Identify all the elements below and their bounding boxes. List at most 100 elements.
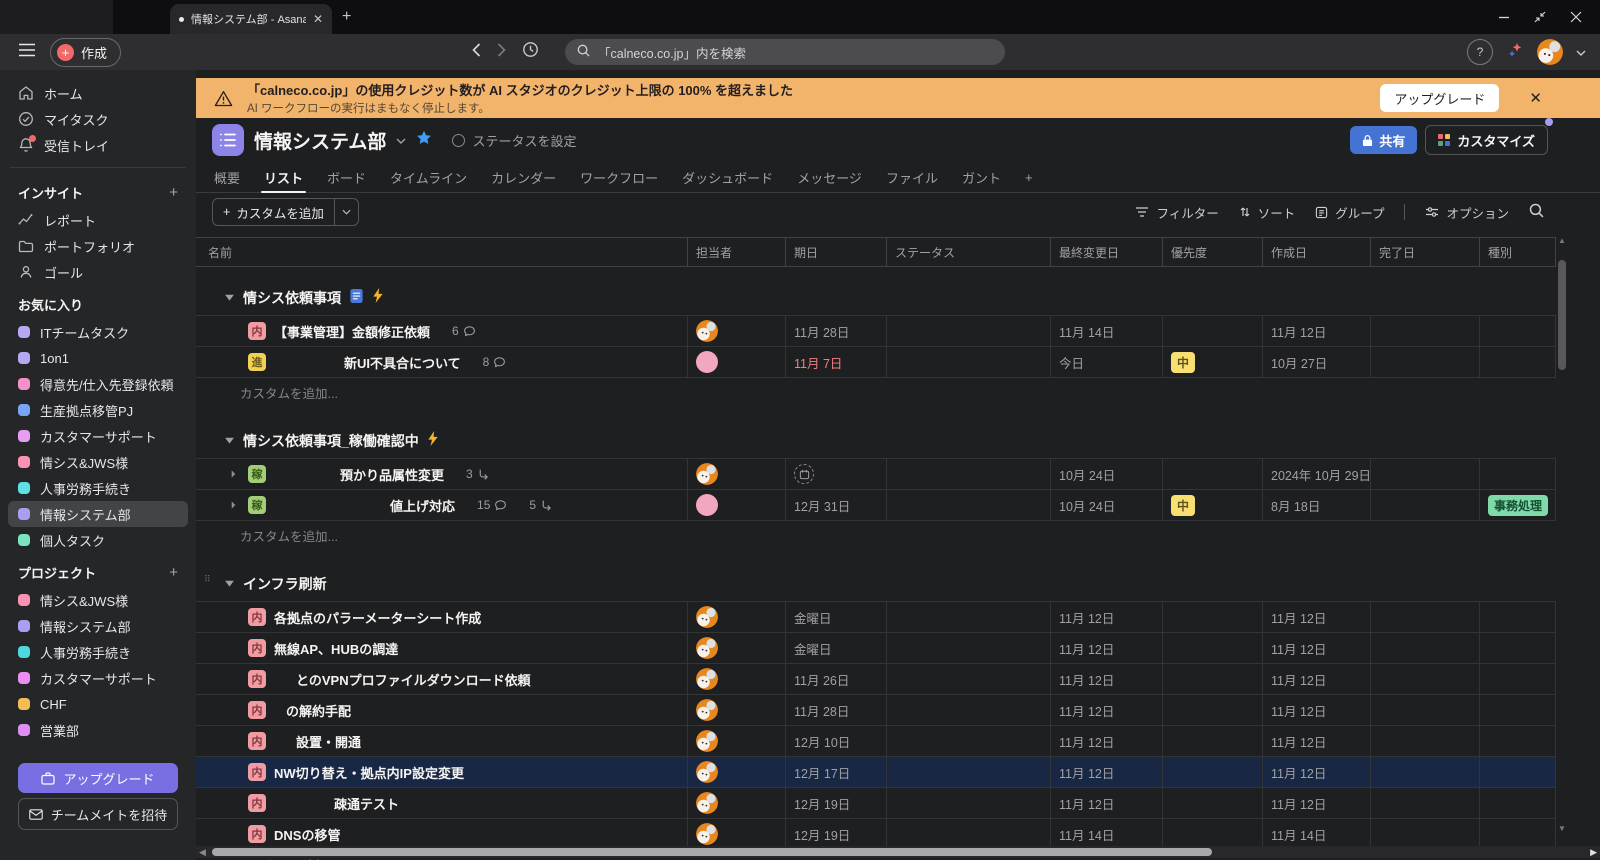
status-cell[interactable]: [887, 757, 1051, 787]
favorite-star-icon[interactable]: [416, 130, 432, 150]
task-name-cell[interactable]: 内無線AP、HUBの調達: [196, 633, 688, 663]
priority-cell[interactable]: [1163, 788, 1263, 818]
status-cell[interactable]: [887, 726, 1051, 756]
group-button[interactable]: グループ: [1315, 203, 1384, 222]
banner-close-icon[interactable]: ✕: [1529, 89, 1542, 107]
sidebar-item-insight[interactable]: ポートフォリオ: [8, 233, 188, 259]
type-cell[interactable]: 事務処理: [1480, 490, 1556, 520]
sidebar-item-insight[interactable]: ゴール: [8, 259, 188, 285]
view-tab[interactable]: ガント: [962, 162, 1001, 192]
due-date-cell[interactable]: 11月 28日: [786, 695, 887, 725]
account-chevron-icon[interactable]: [1576, 43, 1586, 61]
scroll-left-icon[interactable]: ◀: [199, 847, 206, 858]
sidebar-item-favorite[interactable]: 生産拠点移管PJ: [8, 397, 188, 423]
assignee-cell[interactable]: [688, 664, 786, 694]
view-tab[interactable]: ワークフロー: [580, 162, 658, 192]
task-name-cell[interactable]: 内 設置・開通: [196, 726, 688, 756]
back-icon[interactable]: [472, 42, 481, 62]
due-date-cell[interactable]: 12月 19日: [786, 788, 887, 818]
assignee-cell[interactable]: [688, 819, 786, 849]
banner-upgrade-button[interactable]: アップグレード: [1380, 84, 1500, 112]
status-cell[interactable]: [887, 347, 1051, 377]
sidebar-item-nav[interactable]: 受信トレイ: [8, 132, 188, 158]
section-header[interactable]: ⠿ インフラ刷新: [196, 567, 1600, 601]
type-cell[interactable]: [1480, 347, 1556, 377]
forward-icon[interactable]: [497, 42, 506, 62]
due-date-cell[interactable]: 12月 19日: [786, 819, 887, 849]
view-tab[interactable]: ファイル: [886, 162, 938, 192]
task-row[interactable]: 進 新UI不具合について 8 11月 7日 今日 中 10月 27日: [196, 347, 1556, 378]
sidebar-item-favorite[interactable]: 情シス&JWS様: [8, 449, 188, 475]
sidebar-item-favorite[interactable]: 人事労務手続き: [8, 475, 188, 501]
view-tab[interactable]: ダッシュボード: [682, 162, 773, 192]
restore-icon[interactable]: [1522, 0, 1558, 34]
priority-cell[interactable]: [1163, 726, 1263, 756]
options-button[interactable]: オプション: [1425, 203, 1509, 222]
due-date-cell[interactable]: 11月 7日: [786, 347, 887, 377]
add-insight-icon[interactable]: +: [169, 184, 178, 201]
type-cell[interactable]: [1480, 788, 1556, 818]
status-cell[interactable]: [887, 788, 1051, 818]
task-name-cell[interactable]: 内【事業管理】金額修正依頼 6: [196, 316, 688, 346]
project-menu-chevron-icon[interactable]: [396, 131, 406, 149]
assignee-cell[interactable]: [688, 602, 786, 632]
type-cell[interactable]: [1480, 757, 1556, 787]
sidebar-item-project[interactable]: CHF: [8, 691, 188, 717]
help-icon[interactable]: ?: [1467, 39, 1493, 65]
task-row[interactable]: 内 とのVPNプロファイルダウンロード依頼 11月 26日 11月 12日 11月 12…: [196, 664, 1556, 695]
sidebar-item-project[interactable]: カスタマーサポート: [8, 665, 188, 691]
task-row[interactable]: 内 の解約手配 11月 28日 11月 12日 11月 12日: [196, 695, 1556, 726]
task-name-cell[interactable]: 内 の解約手配: [196, 695, 688, 725]
priority-cell[interactable]: [1163, 695, 1263, 725]
sidebar-item-project[interactable]: 人事労務手続き: [8, 639, 188, 665]
type-cell[interactable]: [1480, 633, 1556, 663]
task-name-cell[interactable]: 内 疎通テスト: [196, 788, 688, 818]
task-name-cell[interactable]: 進 新UI不具合について 8: [196, 347, 688, 377]
type-cell[interactable]: [1480, 459, 1556, 489]
assignee-cell[interactable]: [688, 633, 786, 663]
task-name-cell[interactable]: 稼 預かり品属性変更 3: [196, 459, 688, 489]
collapse-arrow-icon[interactable]: [224, 575, 235, 593]
due-date-cell[interactable]: 12月 31日: [786, 490, 887, 520]
scroll-right-icon[interactable]: ▶: [1590, 847, 1597, 858]
type-cell[interactable]: [1480, 695, 1556, 725]
add-custom-row[interactable]: カスタムを追加...: [196, 521, 1600, 549]
task-row[interactable]: 内各拠点のパラーメーターシート作成 金曜日 11月 12日 11月 12日: [196, 601, 1556, 633]
sort-button[interactable]: ソート: [1239, 203, 1295, 222]
task-row[interactable]: 内【事業管理】金額修正依頼 6 11月 28日 11月 14日 11月 12日: [196, 315, 1556, 347]
column-header[interactable]: 最終変更日: [1051, 238, 1163, 266]
type-cell[interactable]: [1480, 316, 1556, 346]
due-date-cell[interactable]: 11月 26日: [786, 664, 887, 694]
view-tab[interactable]: タイムライン: [390, 162, 467, 192]
column-header[interactable]: 完了日: [1371, 238, 1480, 266]
drag-handle-icon[interactable]: ⠿: [204, 575, 212, 584]
add-project-icon[interactable]: +: [169, 564, 178, 581]
priority-cell[interactable]: 中: [1163, 347, 1263, 377]
sidebar-item-favorite[interactable]: カスタマーサポート: [8, 423, 188, 449]
collapse-arrow-icon[interactable]: [224, 289, 235, 307]
sidebar-item-nav[interactable]: マイタスク: [8, 106, 188, 132]
column-header[interactable]: 作成日: [1263, 238, 1371, 266]
status-cell[interactable]: [887, 695, 1051, 725]
type-cell[interactable]: [1480, 602, 1556, 632]
vertical-scrollbar[interactable]: ▲ ▼: [1556, 236, 1568, 860]
assignee-cell[interactable]: [688, 757, 786, 787]
history-clock-icon[interactable]: [522, 41, 539, 63]
assignee-cell[interactable]: [688, 726, 786, 756]
view-tab[interactable]: ボード: [327, 162, 366, 192]
assignee-cell[interactable]: [688, 347, 786, 377]
filter-button[interactable]: フィルター: [1135, 203, 1219, 222]
due-date-cell[interactable]: 11月 28日: [786, 316, 887, 346]
assignee-cell[interactable]: [688, 316, 786, 346]
add-custom-dropdown[interactable]: [333, 199, 358, 225]
search-input[interactable]: 「calneco.co.jp」内を検索: [565, 39, 1005, 65]
column-header[interactable]: ステータス: [887, 238, 1051, 266]
status-cell[interactable]: [887, 490, 1051, 520]
column-header[interactable]: 種別: [1480, 238, 1556, 266]
status-cell[interactable]: [887, 602, 1051, 632]
task-row[interactable]: 稼 預かり品属性変更 3 10月 24日 2024年 10月 29日: [196, 458, 1556, 490]
horizontal-scrollbar[interactable]: ◀ ▶: [196, 846, 1600, 858]
sidebar-item-favorite[interactable]: 情報システム部: [8, 501, 188, 527]
sidebar-item-favorite[interactable]: 個人タスク: [8, 527, 188, 553]
status-cell[interactable]: [887, 819, 1051, 849]
